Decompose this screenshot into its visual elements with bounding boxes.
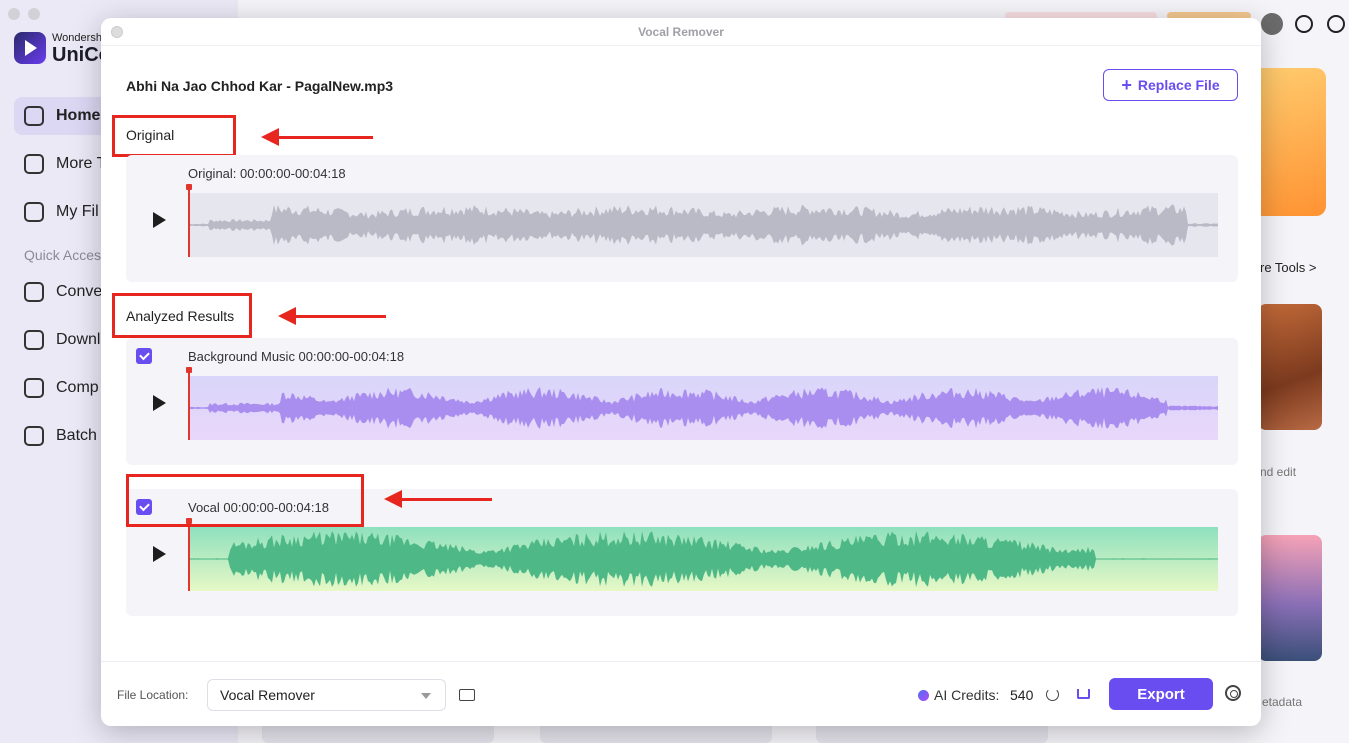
refresh-icon[interactable]: [1046, 688, 1059, 701]
annotation-arrow: [278, 307, 386, 325]
ai-credits-icon: [918, 690, 929, 701]
background-music-waveform[interactable]: [188, 376, 1218, 440]
file-location-label: File Location:: [117, 688, 189, 702]
sidebar-item-label: Comp: [56, 379, 99, 396]
download-icon: [24, 330, 44, 350]
annotation-arrow: [384, 490, 492, 508]
feature-card-text: etadata: [1262, 695, 1303, 709]
feature-card-image[interactable]: [1258, 535, 1322, 661]
dialog-footer: File Location: Vocal Remover AI Credits:…: [101, 661, 1261, 726]
original-section-label: Original: [126, 127, 175, 143]
playhead[interactable]: [186, 518, 192, 591]
playhead[interactable]: [186, 367, 192, 440]
file-location-value: Vocal Remover: [220, 687, 315, 703]
original-waveform[interactable]: [188, 193, 1218, 257]
sidebar-item-label: Downl: [56, 331, 101, 348]
original-track: Original: 00:00:00-00:04:18: [126, 155, 1238, 282]
play-icon[interactable]: [153, 212, 166, 228]
file-location-select[interactable]: Vocal Remover: [207, 679, 446, 711]
cart-icon[interactable]: [1077, 689, 1090, 699]
replace-file-button[interactable]: + Replace File: [1103, 69, 1238, 101]
export-button[interactable]: Export: [1109, 678, 1213, 710]
sidebar-item-label: More T: [56, 155, 107, 172]
original-track-caption: Original: 00:00:00-00:04:18: [188, 166, 346, 181]
file-icon: [24, 202, 44, 222]
file-name: Abhi Na Jao Chhod Kar - PagalNew.mp3: [126, 78, 394, 94]
home-icon: [24, 106, 44, 126]
play-icon[interactable]: [153, 395, 166, 411]
playhead[interactable]: [186, 184, 192, 257]
minimize-window-icon[interactable]: [28, 8, 40, 20]
feature-card-text: nd edit: [1260, 465, 1297, 479]
vocal-waveform[interactable]: [188, 527, 1218, 591]
settings-icon[interactable]: [1225, 685, 1241, 701]
sidebar-item-label: Home: [56, 107, 101, 124]
feature-card-image[interactable]: [1252, 68, 1326, 216]
brand-small: Wondersh: [52, 32, 102, 44]
dialog-title: Vocal Remover: [638, 24, 724, 39]
convert-icon: [24, 282, 44, 302]
sidebar-item-label: Conve: [56, 283, 103, 300]
folder-icon[interactable]: [459, 689, 475, 701]
app-logo-icon: [14, 32, 46, 64]
window-controls: [8, 8, 40, 20]
compress-icon: [24, 378, 44, 398]
sidebar-item-label: My Fil: [56, 203, 99, 220]
ai-credits-value: 540: [1010, 687, 1034, 703]
toolbox-icon: [24, 154, 44, 174]
feature-card-image[interactable]: [1258, 304, 1322, 430]
background-music-checkbox[interactable]: [136, 348, 152, 364]
sidebar-item-label: Batch: [56, 427, 97, 444]
chevron-down-icon: [421, 693, 431, 699]
annotation-box: [126, 474, 364, 527]
quick-access-heading: Quick Acces: [24, 247, 102, 263]
background-music-caption: Background Music 00:00:00-00:04:18: [188, 349, 405, 364]
chat-icon[interactable]: [1295, 15, 1313, 33]
annotation-arrow: [261, 128, 373, 146]
avatar[interactable]: [1261, 13, 1283, 35]
play-icon[interactable]: [153, 546, 166, 562]
replace-file-label: Replace File: [1137, 77, 1220, 93]
more-tools-link[interactable]: re Tools >: [1260, 260, 1317, 275]
analyzed-results-label: Analyzed Results: [126, 308, 235, 324]
close-dialog-icon[interactable]: [111, 26, 123, 38]
plus-icon: +: [1121, 74, 1132, 95]
ai-credits-label: AI Credits:: [934, 687, 1000, 703]
background-music-track: Background Music 00:00:00-00:04:18: [126, 338, 1238, 465]
image-icon: [24, 426, 44, 446]
vocal-remover-dialog: Vocal Remover Abhi Na Jao Chhod Kar - Pa…: [101, 18, 1261, 726]
close-window-icon[interactable]: [8, 8, 20, 20]
dialog-titlebar: Vocal Remover: [101, 18, 1261, 46]
headset-icon[interactable]: [1327, 15, 1345, 33]
